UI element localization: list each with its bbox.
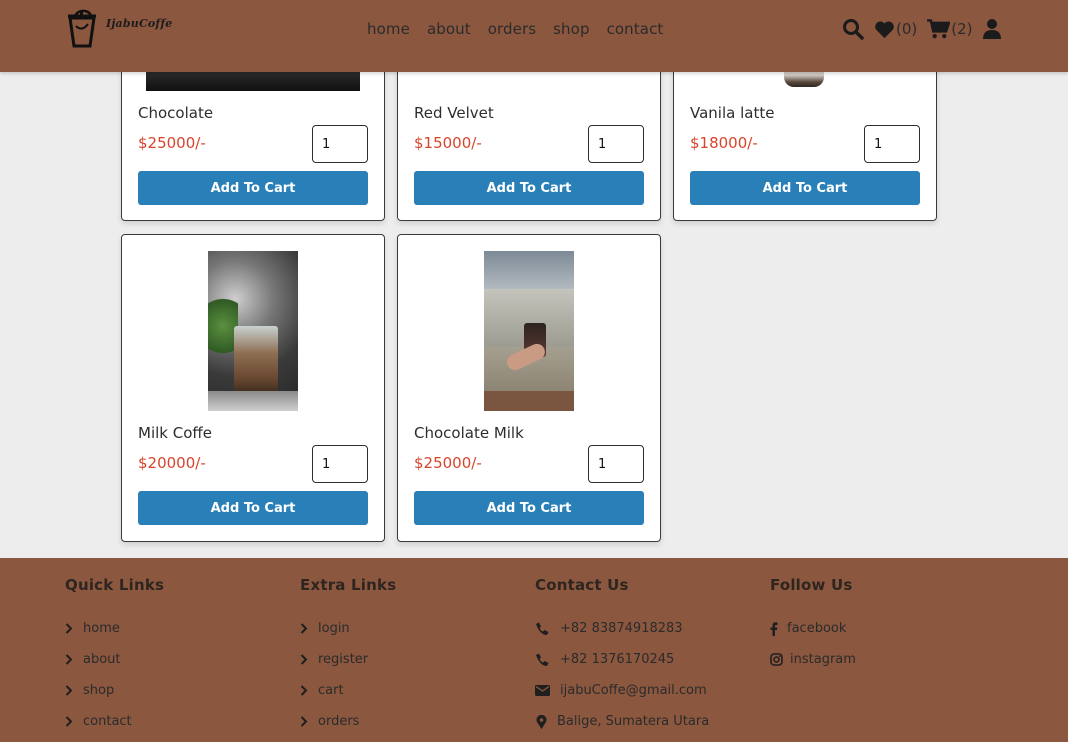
- quantity-input[interactable]: [312, 125, 368, 163]
- contact-address: Balige, Sumatera Utara: [535, 706, 709, 737]
- cart-count: (2): [951, 20, 973, 38]
- brand-name: IjabuCoffe: [106, 17, 173, 30]
- chevron-right-icon: [300, 685, 318, 696]
- footer-link-label: home: [83, 621, 120, 636]
- footer-link-shop[interactable]: shop: [65, 675, 164, 706]
- quick-links-section: Quick Links home about shop contact: [65, 576, 164, 737]
- product-card: Chocolate Milk $25000/- Add To Cart: [397, 234, 661, 542]
- chevron-right-icon: [300, 623, 318, 634]
- contact-label: ijabuCoffe@gmail.com: [560, 683, 707, 698]
- add-to-cart-button[interactable]: Add To Cart: [138, 491, 368, 525]
- social-label: instagram: [790, 652, 856, 667]
- user-icon[interactable]: [982, 19, 1001, 39]
- follow-title: Follow Us: [770, 576, 853, 594]
- social-link-instagram[interactable]: instagram: [770, 644, 856, 675]
- quantity-input[interactable]: [588, 445, 644, 483]
- site-footer: Quick Links home about shop contact Extr…: [0, 558, 1068, 742]
- product-price: $18000/-: [690, 134, 758, 152]
- quantity-input[interactable]: [312, 445, 368, 483]
- cart-icon: [927, 19, 951, 39]
- product-name: Milk Coffe: [138, 424, 212, 442]
- contact-email[interactable]: ijabuCoffe@gmail.com: [535, 675, 709, 706]
- footer-link-label: login: [318, 621, 350, 636]
- site-header: IjabuCoffe home about orders shop contac…: [0, 0, 1068, 72]
- chevron-right-icon: [65, 716, 83, 727]
- footer-link-contact[interactable]: contact: [65, 706, 164, 737]
- nav-orders[interactable]: orders: [488, 20, 536, 38]
- follow-section: Follow Us facebook instagram: [770, 576, 856, 675]
- footer-link-label: cart: [318, 683, 344, 698]
- social-label: facebook: [787, 621, 847, 636]
- envelope-icon: [535, 685, 560, 696]
- contact-title: Contact Us: [535, 576, 629, 594]
- add-to-cart-button[interactable]: Add To Cart: [138, 171, 368, 205]
- footer-link-about[interactable]: about: [65, 644, 164, 675]
- footer-link-label: contact: [83, 714, 132, 729]
- facebook-icon: [770, 621, 787, 636]
- footer-link-register[interactable]: register: [300, 644, 396, 675]
- product-price: $25000/-: [138, 134, 206, 152]
- footer-link-label: about: [83, 652, 121, 667]
- chevron-right-icon: [65, 623, 83, 634]
- photo-sky: [484, 251, 574, 291]
- chevron-right-icon: [65, 685, 83, 696]
- brand-logo[interactable]: IjabuCoffe: [66, 8, 173, 48]
- add-to-cart-button[interactable]: Add To Cart: [414, 171, 644, 205]
- chevron-right-icon: [300, 716, 318, 727]
- header-icons: (0) (2): [842, 18, 1001, 40]
- footer-link-label: register: [318, 652, 369, 667]
- product-name: Red Velvet: [414, 104, 494, 122]
- contact-phone-1[interactable]: +82 83874918283: [535, 613, 709, 644]
- footer-link-cart[interactable]: cart: [300, 675, 396, 706]
- photo-cup: [234, 326, 278, 394]
- product-name: Chocolate Milk: [414, 424, 524, 442]
- photo-table: [208, 391, 298, 411]
- quantity-input[interactable]: [588, 125, 644, 163]
- extra-links-section: Extra Links login register cart orders: [300, 576, 396, 737]
- nav-contact[interactable]: contact: [607, 20, 664, 38]
- cart-link[interactable]: (2): [927, 19, 973, 39]
- nav-shop[interactable]: shop: [553, 20, 589, 38]
- add-to-cart-button[interactable]: Add To Cart: [690, 171, 920, 205]
- product-name: Chocolate: [138, 104, 214, 122]
- footer-link-home[interactable]: home: [65, 613, 164, 644]
- contact-section: Contact Us +82 83874918283 +82 137617024…: [535, 576, 709, 737]
- search-icon[interactable]: [842, 18, 864, 40]
- main-nav: home about orders shop contact: [367, 20, 663, 38]
- contact-label: +82 1376170245: [560, 652, 675, 667]
- product-image: [208, 251, 298, 411]
- product-image: [484, 251, 574, 411]
- footer-link-label: shop: [83, 683, 115, 698]
- chevron-right-icon: [300, 654, 318, 665]
- product-name: Vanila latte: [690, 104, 775, 122]
- add-to-cart-button[interactable]: Add To Cart: [414, 491, 644, 525]
- contact-phone-2[interactable]: +82 1376170245: [535, 644, 709, 675]
- wishlist-link[interactable]: (0): [874, 20, 917, 39]
- footer-link-label: orders: [318, 714, 360, 729]
- coffee-cup-logo-icon: [68, 9, 96, 48]
- photo-bottom-bar: [484, 391, 574, 411]
- instagram-icon: [770, 653, 790, 666]
- phone-icon: [535, 653, 560, 667]
- social-link-facebook[interactable]: facebook: [770, 613, 856, 644]
- product-card: Milk Coffe $20000/- Add To Cart: [121, 234, 385, 542]
- footer-link-login[interactable]: login: [300, 613, 396, 644]
- contact-label: Balige, Sumatera Utara: [557, 714, 710, 729]
- quantity-input[interactable]: [864, 125, 920, 163]
- extra-links-title: Extra Links: [300, 576, 397, 594]
- quick-links-title: Quick Links: [65, 576, 165, 594]
- contact-label: +82 83874918283: [560, 621, 683, 636]
- footer-link-orders[interactable]: orders: [300, 706, 396, 737]
- nav-about[interactable]: about: [427, 20, 471, 38]
- product-price: $15000/-: [414, 134, 482, 152]
- product-price: $20000/-: [138, 454, 206, 472]
- product-price: $25000/-: [414, 454, 482, 472]
- map-marker-icon: [536, 714, 557, 729]
- heart-icon: [875, 20, 894, 38]
- chevron-right-icon: [65, 654, 83, 665]
- wishlist-count: (0): [896, 20, 918, 38]
- nav-home[interactable]: home: [367, 20, 410, 38]
- phone-icon: [535, 622, 560, 636]
